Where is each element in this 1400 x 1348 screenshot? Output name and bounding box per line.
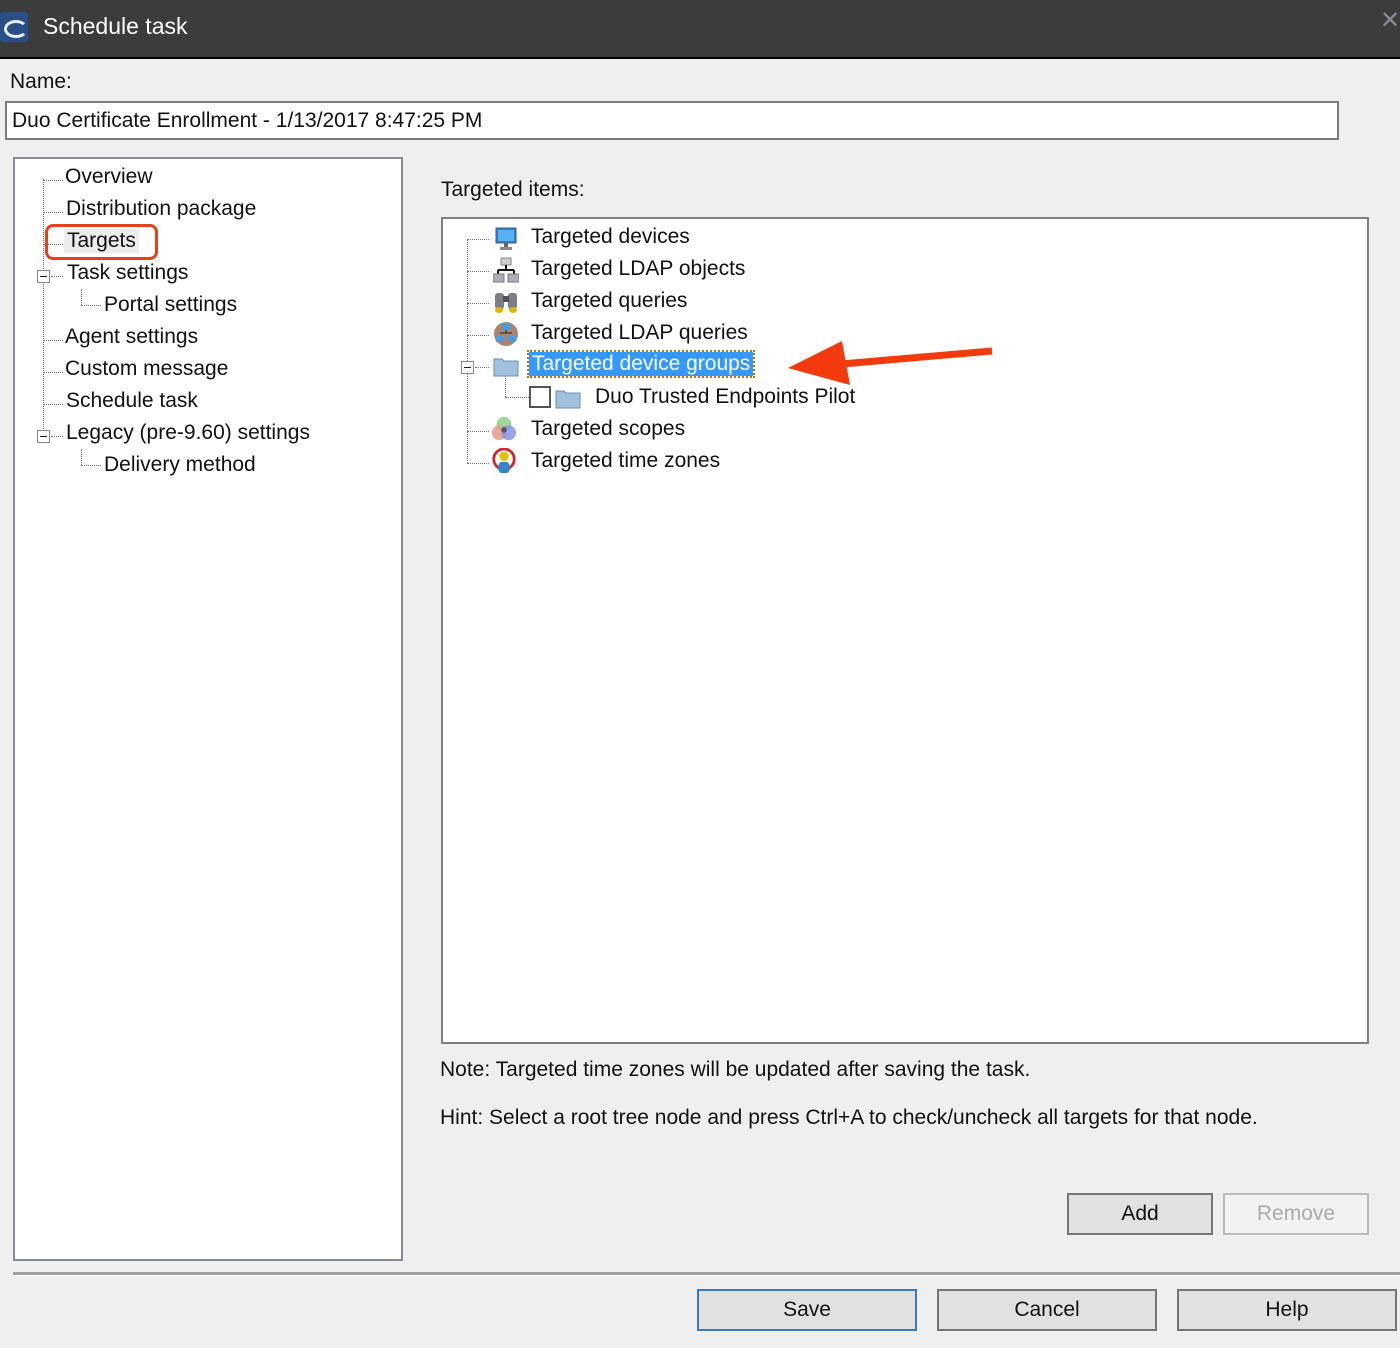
tree-connector: [51, 436, 63, 437]
nav-item-task-settings[interactable]: Task settings: [67, 261, 188, 285]
tree-connector: [43, 180, 63, 181]
tree-connector: [467, 463, 489, 464]
note-text: Note: Targeted time zones will be update…: [440, 1058, 1031, 1081]
targeted-items-label: Targeted items:: [441, 178, 585, 201]
ldap-query-icon: [494, 322, 518, 346]
cancel-button[interactable]: Cancel: [937, 1289, 1157, 1331]
help-button[interactable]: Help: [1177, 1289, 1397, 1331]
tree-connector: [467, 239, 489, 240]
folder-icon: [555, 390, 581, 409]
ldap-hierarchy-icon: [493, 257, 519, 283]
tree-connector: [475, 367, 489, 368]
nav-tree: Overview Distribution package Targets Ta…: [13, 157, 403, 1261]
duo-pilot-checkbox[interactable]: [529, 386, 551, 408]
separator: [13, 1272, 1400, 1276]
nav-item-schedule-task[interactable]: Schedule task: [66, 389, 198, 413]
tree-connector: [51, 276, 63, 277]
collapse-legacy-settings-toggle[interactable]: [37, 430, 50, 443]
target-device-groups[interactable]: Targeted device groups: [526, 350, 756, 378]
annotation-arrow: [788, 341, 993, 385]
nav-item-overview[interactable]: Overview: [65, 165, 153, 189]
collapse-task-settings-toggle[interactable]: [37, 270, 50, 283]
nav-item-delivery-method[interactable]: Delivery method: [104, 453, 256, 477]
collapse-device-groups-toggle[interactable]: [461, 361, 474, 374]
nav-item-distribution-package[interactable]: Distribution package: [66, 197, 256, 221]
target-queries[interactable]: Targeted queries: [531, 289, 687, 313]
nav-item-legacy-settings[interactable]: Legacy (pre-9.60) settings: [66, 421, 310, 445]
binoculars-icon: [495, 293, 517, 313]
targets-annotation-box: [45, 224, 158, 260]
target-scopes[interactable]: Targeted scopes: [531, 417, 685, 441]
title-bar: Schedule task ✕: [0, 0, 1400, 59]
name-input[interactable]: [5, 101, 1339, 140]
save-button[interactable]: Save: [697, 1289, 917, 1331]
tree-connector: [43, 179, 44, 439]
tree-connector: [467, 335, 489, 336]
tree-connector: [467, 431, 489, 432]
target-time-zones[interactable]: Targeted time zones: [531, 449, 720, 473]
tree-connector: [81, 449, 82, 465]
target-ldap-queries[interactable]: Targeted LDAP queries: [531, 321, 748, 345]
tree-connector: [81, 289, 82, 305]
target-ldap-objects[interactable]: Targeted LDAP objects: [531, 257, 745, 281]
tree-connector: [43, 404, 63, 405]
close-icon[interactable]: ✕: [1380, 6, 1400, 35]
tree-connector: [505, 397, 529, 398]
nav-item-agent-settings[interactable]: Agent settings: [65, 325, 198, 349]
add-button[interactable]: Add: [1067, 1193, 1213, 1235]
nav-item-portal-settings[interactable]: Portal settings: [104, 293, 237, 317]
target-devices[interactable]: Targeted devices: [531, 225, 690, 249]
tree-connector: [43, 212, 63, 213]
tree-connector: [43, 372, 63, 373]
tree-connector: [467, 239, 468, 463]
tree-connector: [43, 340, 63, 341]
hint-text: Hint: Select a root tree node and press …: [440, 1106, 1258, 1129]
tree-connector: [81, 305, 101, 306]
nav-item-custom-message[interactable]: Custom message: [65, 357, 228, 381]
scopes-icon: [491, 416, 517, 441]
tree-connector: [81, 465, 101, 466]
monitor-icon: [495, 227, 517, 250]
tree-connector: [467, 303, 489, 304]
name-label: Name:: [10, 70, 72, 93]
target-group-duo-pilot[interactable]: Duo Trusted Endpoints Pilot: [595, 385, 855, 409]
remove-button[interactable]: Remove: [1223, 1193, 1369, 1235]
folder-icon: [493, 358, 519, 377]
time-zone-person-icon: [492, 448, 516, 474]
tree-connector: [467, 271, 489, 272]
app-icon: [0, 12, 28, 42]
window-title: Schedule task: [43, 13, 188, 39]
